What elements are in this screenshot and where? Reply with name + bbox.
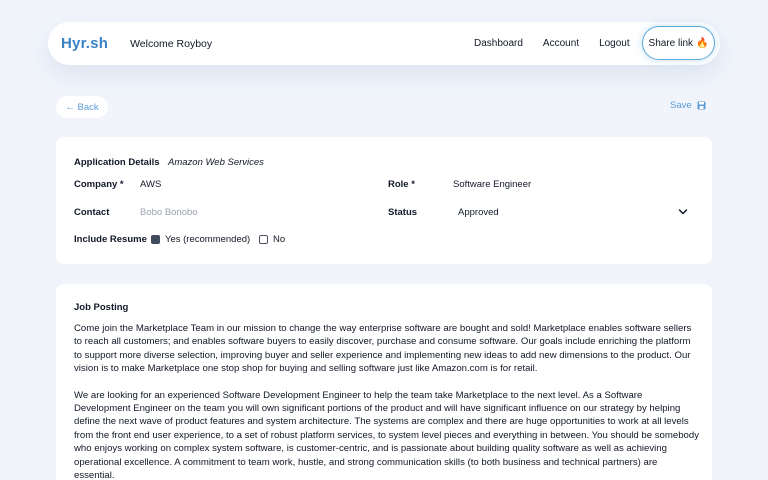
include-resume-label: Include Resume	[74, 234, 147, 245]
job-posting-title: Job Posting	[74, 302, 129, 313]
status-label: Status	[388, 207, 418, 218]
contact-label: Contact	[74, 207, 110, 218]
resume-yes-checkbox[interactable]	[151, 235, 160, 244]
share-link-label: Share link	[648, 37, 693, 49]
contact-field[interactable]: Bobo Bonobo	[140, 207, 198, 218]
logo[interactable]: Hyr.sh	[61, 35, 108, 52]
company-name-title: Amazon Web Services	[168, 157, 264, 168]
company-label: Company *	[74, 179, 124, 190]
save-button[interactable]: Save	[670, 100, 706, 111]
nav-logout[interactable]: Logout	[599, 38, 630, 49]
resume-no-checkbox[interactable]	[259, 235, 268, 244]
company-field[interactable]: AWS	[140, 179, 161, 190]
nav-dashboard[interactable]: Dashboard	[474, 38, 523, 49]
job-paragraph: We are looking for an experienced Softwa…	[74, 389, 700, 480]
nav-links: Dashboard Account Logout	[474, 22, 650, 65]
job-paragraph: Come join the Marketplace Team in our mi…	[74, 323, 692, 375]
application-details-card: Application Details Amazon Web Services …	[56, 137, 712, 264]
role-label: Role *	[388, 179, 415, 190]
top-navbar: Hyr.sh Welcome Royboy Dashboard Account …	[48, 22, 720, 65]
job-posting-text: Come join the Marketplace Team in our mi…	[74, 322, 699, 480]
floppy-disk-icon	[697, 101, 706, 110]
status-select[interactable]: Approved	[458, 207, 499, 218]
welcome-text: Welcome Royboy	[130, 37, 213, 50]
job-posting-card: Job Posting Come join the Marketplace Te…	[56, 284, 712, 480]
nav-account[interactable]: Account	[543, 38, 579, 49]
share-link-button[interactable]: Share link 🔥	[642, 26, 715, 60]
save-label: Save	[670, 100, 692, 111]
fire-icon: 🔥	[696, 37, 709, 49]
role-field[interactable]: Software Engineer	[453, 179, 531, 190]
application-details-label: Application Details	[74, 157, 160, 168]
resume-yes-label: Yes (recommended)	[165, 234, 251, 245]
resume-no-label: No	[273, 234, 286, 245]
back-button[interactable]: ← Back	[56, 96, 108, 118]
chevron-down-icon[interactable]	[678, 207, 688, 217]
